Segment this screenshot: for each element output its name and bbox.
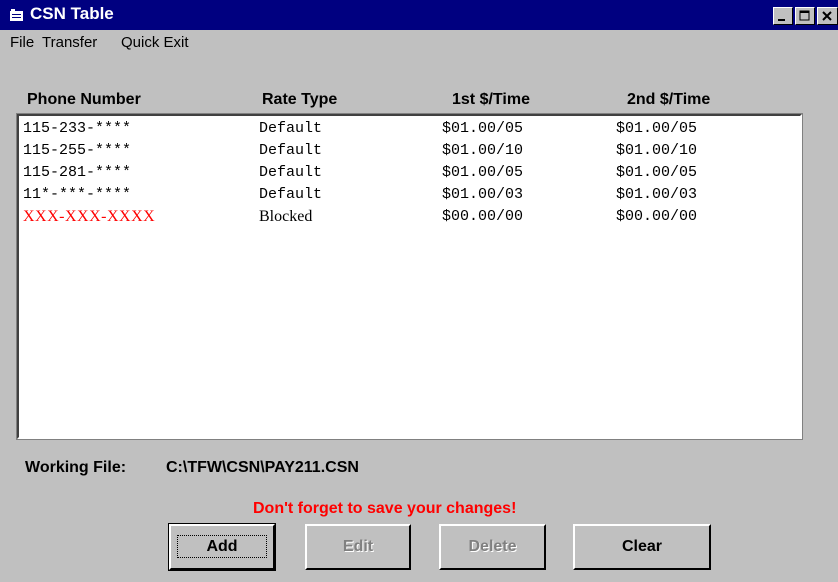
second-rate-cell: $01.00/03 xyxy=(616,186,698,203)
delete-button[interactable]: Delete xyxy=(439,524,546,570)
column-header-phone-number: Phone Number xyxy=(27,91,141,108)
list-row[interactable]: 115-233-**** Default $01.00/05 $01.00/05 xyxy=(19,118,800,140)
save-warning: Don't forget to save your changes! xyxy=(253,500,517,517)
title-bar: CSN Table xyxy=(0,0,838,30)
list-row[interactable]: 115-281-**** Default $01.00/05 $01.00/05 xyxy=(19,162,800,184)
menu-file[interactable]: File xyxy=(10,34,34,51)
second-rate-cell: $01.00/05 xyxy=(616,164,698,181)
column-header-rate-type: Rate Type xyxy=(262,91,338,108)
clear-button[interactable]: Clear xyxy=(573,524,711,570)
maximize-icon xyxy=(799,10,810,21)
app-icon xyxy=(10,9,23,21)
maximize-button[interactable] xyxy=(795,7,815,25)
second-rate-cell: $00.00/00 xyxy=(616,208,698,225)
phone-number-cell: 11*-***-**** xyxy=(23,186,132,203)
list-row[interactable]: 11*-***-**** Default $01.00/03 $01.00/03 xyxy=(19,184,800,206)
rate-type-cell: Default xyxy=(259,186,323,203)
close-icon xyxy=(822,11,832,21)
add-button-label: Add xyxy=(177,535,267,558)
second-rate-cell: $01.00/05 xyxy=(616,120,698,137)
phone-number-cell: 115-281-**** xyxy=(23,164,132,181)
rate-type-cell: Default xyxy=(259,120,323,137)
menu-bar: File Transfer Quick Exit xyxy=(0,32,838,54)
phone-number-cell: XXX-XXX-XXXX xyxy=(23,208,156,225)
add-button[interactable]: Add xyxy=(168,523,276,571)
column-header-second-rate: 2nd $/Time xyxy=(627,91,711,108)
rate-type-cell: Blocked xyxy=(259,208,313,225)
rate-type-cell: Default xyxy=(259,142,323,159)
clear-button-label: Clear xyxy=(621,538,663,555)
edit-button[interactable]: Edit xyxy=(305,524,411,570)
rate-type-cell: Default xyxy=(259,164,323,181)
edit-button-label: Edit xyxy=(342,538,374,555)
minimize-button[interactable] xyxy=(773,7,793,25)
working-file-label: Working File: xyxy=(25,459,127,476)
close-button[interactable] xyxy=(817,7,838,25)
delete-button-label: Delete xyxy=(468,538,517,555)
first-rate-cell: $01.00/05 xyxy=(442,164,524,181)
working-file-path: C:\TFW\CSN\PAY211.CSN xyxy=(166,459,359,476)
minimize-icon xyxy=(778,19,785,21)
second-rate-cell: $01.00/10 xyxy=(616,142,698,159)
first-rate-cell: $00.00/00 xyxy=(442,208,524,225)
phone-number-cell: 115-233-**** xyxy=(23,120,132,137)
column-header-first-rate: 1st $/Time xyxy=(452,91,530,108)
csn-list[interactable]: 115-233-**** Default $01.00/05 $01.00/05… xyxy=(16,113,803,440)
menu-quick-exit[interactable]: Quick Exit xyxy=(121,34,189,51)
phone-number-cell: 115-255-**** xyxy=(23,142,132,159)
first-rate-cell: $01.00/05 xyxy=(442,120,524,137)
list-row-blocked[interactable]: XXX-XXX-XXXX Blocked $00.00/00 $00.00/00 xyxy=(19,206,800,228)
list-row[interactable]: 115-255-**** Default $01.00/10 $01.00/10 xyxy=(19,140,800,162)
first-rate-cell: $01.00/10 xyxy=(442,142,524,159)
first-rate-cell: $01.00/03 xyxy=(442,186,524,203)
menu-transfer[interactable]: Transfer xyxy=(42,34,97,51)
window-title: CSN Table xyxy=(30,4,114,23)
